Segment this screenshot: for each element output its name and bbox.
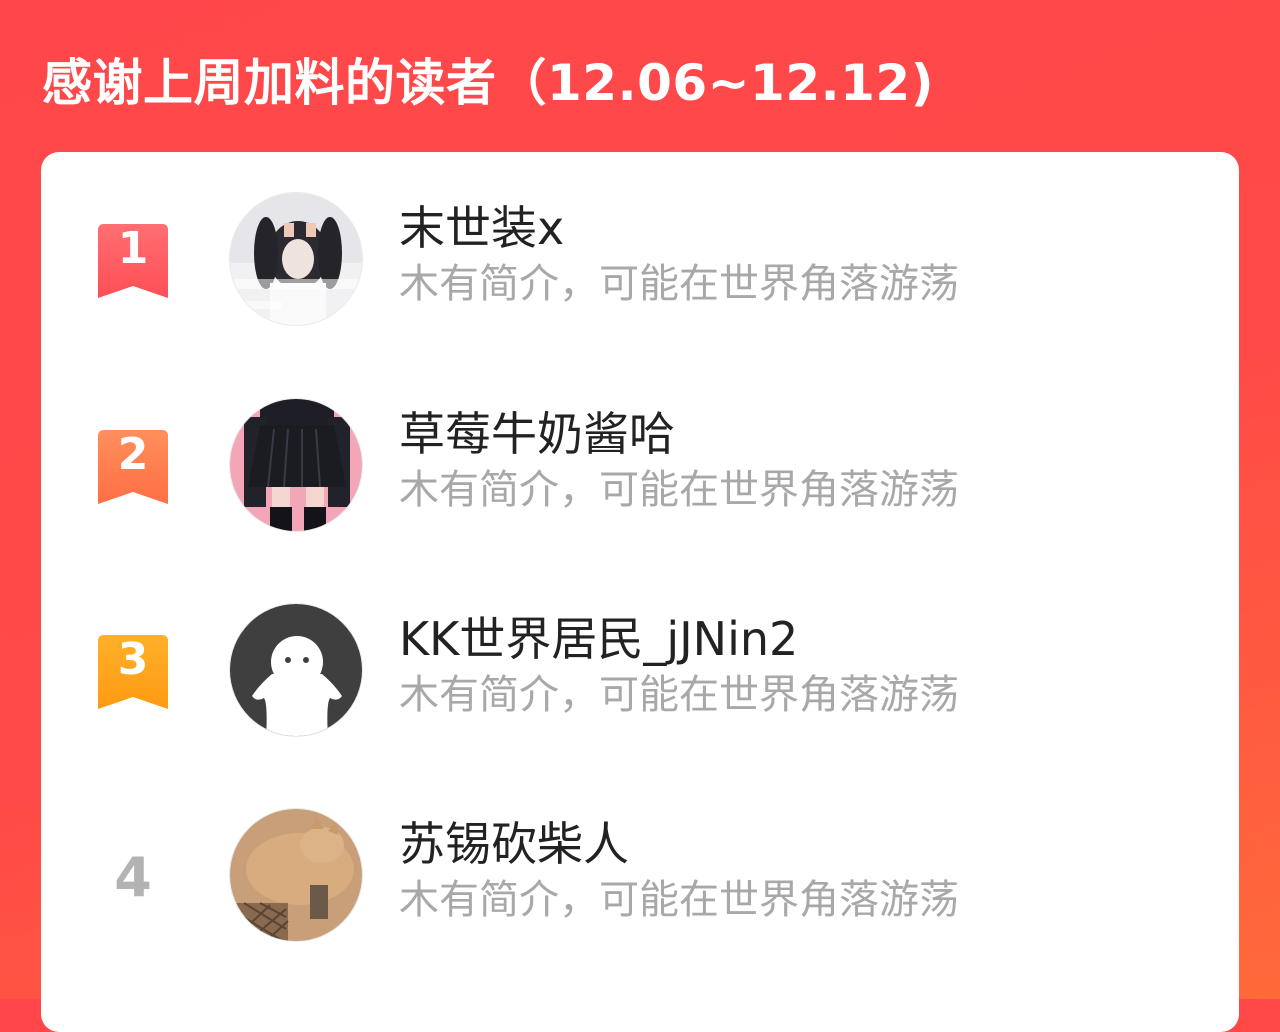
rank-number: 3 <box>117 634 149 685</box>
reader-row-3[interactable]: 3 KK世界居民_jJNin2 木有简介，可能在世界角落游荡 <box>41 563 1239 737</box>
reader-bio: 木有简介，可能在世界角落游荡 <box>399 877 959 923</box>
avatar[interactable] <box>229 808 363 942</box>
reader-row-4[interactable]: 4 苏锡砍柴人 木有简介，可能在世界角落游荡 <box>41 768 1239 942</box>
reader-list-card: 1 末世装x 木有简介，可能在世界角落游荡 2 草莓牛奶酱哈 木有简介，可能在世… <box>41 152 1239 1032</box>
rank-badge-1: 1 <box>98 224 168 298</box>
rank-badge-2: 2 <box>98 430 168 504</box>
reader-bio: 木有简介，可能在世界角落游荡 <box>399 261 959 307</box>
reader-name[interactable]: 末世装x <box>399 198 564 258</box>
rank-number: 1 <box>117 223 149 274</box>
girl-photo-avatar-icon <box>230 193 362 325</box>
reader-name[interactable]: KK世界居民_jJNin2 <box>399 609 798 669</box>
skirt-photo-avatar-icon <box>230 399 362 531</box>
avatar[interactable] <box>229 603 363 737</box>
rank-number: 2 <box>117 429 149 480</box>
reader-row-2[interactable]: 2 草莓牛奶酱哈 木有简介，可能在世界角落游荡 <box>41 358 1239 532</box>
cat-photo-avatar-icon <box>230 809 362 941</box>
reader-bio: 木有简介，可能在世界角落游荡 <box>399 467 959 513</box>
avatar[interactable] <box>229 398 363 532</box>
reader-row-1[interactable]: 1 末世装x 木有简介，可能在世界角落游荡 <box>41 152 1239 326</box>
avatar[interactable] <box>229 192 363 326</box>
rank-badge-3: 3 <box>98 635 168 709</box>
reader-bio: 木有简介，可能在世界角落游荡 <box>399 672 959 718</box>
default-ghost-avatar-icon <box>230 604 362 736</box>
rank-number-plain: 4 <box>114 846 152 909</box>
reader-name[interactable]: 草莓牛奶酱哈 <box>399 404 675 464</box>
reader-name[interactable]: 苏锡砍柴人 <box>399 814 629 874</box>
page-title: 感谢上周加料的读者（12.06~12.12) <box>42 54 935 112</box>
